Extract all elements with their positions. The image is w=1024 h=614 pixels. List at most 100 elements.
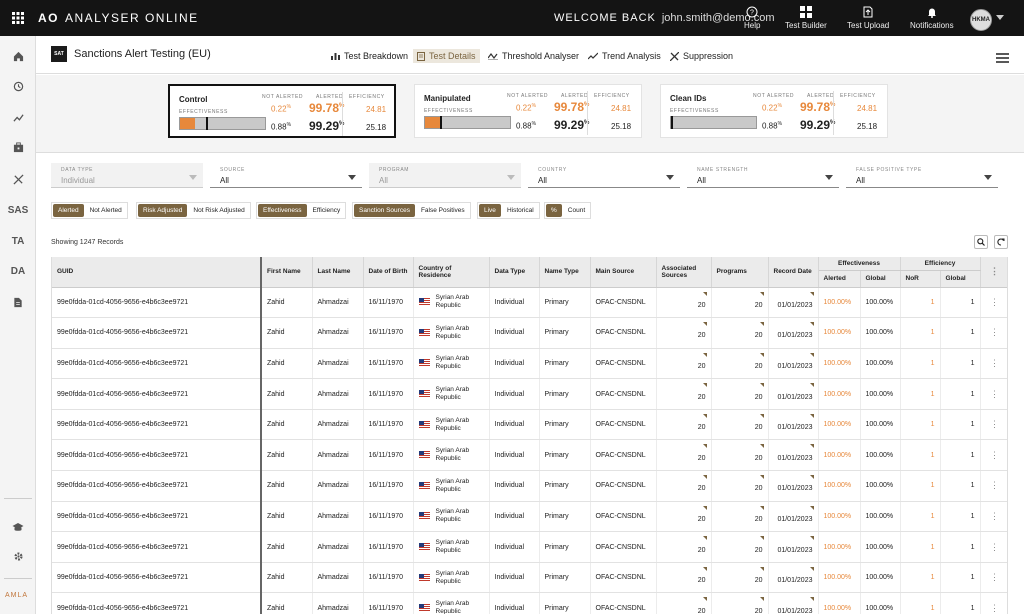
column-header[interactable]: Associated Sources: [656, 257, 712, 288]
toggle-live[interactable]: Live Historical: [477, 202, 540, 219]
record-date-cell[interactable]: 01/01/2023: [768, 562, 819, 594]
menu-icon[interactable]: [996, 50, 1009, 68]
row-menu-icon[interactable]: ⋮: [980, 439, 1007, 472]
test-builder-button[interactable]: Test Builder: [785, 6, 827, 30]
document-icon[interactable]: [0, 292, 36, 312]
associated-sources-cell[interactable]: 20: [656, 409, 712, 441]
graduation-cap-icon[interactable]: [0, 517, 36, 537]
toggle-percent[interactable]: % Count: [544, 202, 592, 219]
gear-icon[interactable]: [0, 546, 36, 566]
toggle-option-on[interactable]: Live: [479, 204, 501, 217]
column-header[interactable]: Last Name: [312, 257, 364, 288]
row-menu-icon[interactable]: ⋮: [980, 317, 1007, 349]
toggle-option-off[interactable]: Historical: [502, 203, 539, 218]
toggle-option-off[interactable]: Not Alerted: [85, 203, 127, 218]
associated-sources-cell[interactable]: 20: [656, 470, 712, 502]
column-header[interactable]: Record Date: [768, 257, 819, 288]
home-icon[interactable]: [0, 46, 36, 66]
record-date-cell[interactable]: 01/01/2023: [768, 439, 819, 472]
tab-test-breakdown[interactable]: Test Breakdown: [331, 49, 408, 63]
record-date-cell[interactable]: 01/01/2023: [768, 531, 819, 563]
programs-cell[interactable]: 20: [711, 501, 769, 533]
associated-sources-cell[interactable]: 20: [656, 348, 712, 380]
column-header[interactable]: GUID: [52, 257, 262, 288]
filter-false-positive-type[interactable]: FALSE POSITIVE TYPE All: [846, 163, 998, 188]
programs-cell[interactable]: 20: [711, 531, 769, 563]
associated-sources-cell[interactable]: 20: [656, 562, 712, 594]
refresh-button[interactable]: [994, 235, 1008, 249]
column-header[interactable]: Country of Residence: [413, 257, 490, 288]
toggle-sanction-sources[interactable]: Sanction Sources False Positives: [352, 202, 471, 219]
app-grid-icon[interactable]: [0, 0, 36, 36]
programs-cell[interactable]: 20: [711, 317, 769, 349]
toggle-risk-adjusted[interactable]: Risk Adjusted Not Risk Adjusted: [136, 202, 251, 219]
programs-cell[interactable]: 20: [711, 592, 769, 614]
toggle-option-on[interactable]: Effectiveness: [258, 204, 307, 217]
toggle-option-off[interactable]: Efficiency: [308, 203, 346, 218]
toggle-option-off[interactable]: False Positives: [416, 203, 470, 218]
associated-sources-cell[interactable]: 20: [656, 287, 712, 319]
test-upload-button[interactable]: Test Upload: [847, 6, 889, 30]
programs-cell[interactable]: 20: [711, 378, 769, 410]
programs-cell[interactable]: 20: [711, 562, 769, 594]
column-header[interactable]: Alerted: [818, 270, 861, 288]
column-header[interactable]: Global: [860, 270, 901, 288]
column-header[interactable]: Programs: [711, 257, 769, 288]
table-row[interactable]: 99e0fdda-01cd-4056-9656-e4b6c3ee9721 Zahi…: [52, 592, 1007, 614]
record-date-cell[interactable]: 01/01/2023: [768, 378, 819, 410]
column-header[interactable]: Name Type: [539, 257, 591, 288]
tab-threshold-analyser[interactable]: Threshold Analyser: [488, 49, 579, 63]
summary-card-control[interactable]: Control EFFECTIVENESS NOT ALERTED 0.22% 0.88…: [168, 84, 396, 138]
briefcase-icon[interactable]: [0, 137, 36, 157]
chevron-down-icon[interactable]: [996, 15, 1004, 20]
table-row[interactable]: 99e0fdda-01cd-4056-9656-e4b6c3ee9721 Zahi…: [52, 531, 1007, 563]
summary-card-manipulated[interactable]: Manipulated EFFECTIVENESS NOT ALERTED 0.22%…: [414, 84, 642, 138]
notifications-button[interactable]: Notifications: [910, 6, 954, 30]
associated-sources-cell[interactable]: 20: [656, 378, 712, 410]
column-header[interactable]: Date of Birth: [363, 257, 414, 288]
help-button[interactable]: ? Help: [744, 6, 760, 30]
table-row[interactable]: 99e0fdda-01cd-4056-9656-e4b6c3ee9721 Zahi…: [52, 348, 1007, 380]
programs-cell[interactable]: 20: [711, 348, 769, 380]
suppression-icon[interactable]: [0, 169, 36, 189]
record-date-cell[interactable]: 01/01/2023: [768, 287, 819, 319]
table-row[interactable]: 99e0fdda-01cd-4056-9656-e4b6c3ee9721 Zahi…: [52, 409, 1007, 441]
column-header[interactable]: NoR: [900, 270, 941, 288]
search-button[interactable]: [974, 235, 988, 249]
table-row[interactable]: 99e0fdda-01cd-4056-9656-e4b6c3ee9721 Zahi…: [52, 439, 1007, 472]
programs-cell[interactable]: 20: [711, 470, 769, 502]
avatar[interactable]: HKMA: [970, 9, 992, 31]
row-menu-icon[interactable]: ⋮: [980, 592, 1007, 614]
row-menu-icon[interactable]: ⋮: [980, 378, 1007, 410]
associated-sources-cell[interactable]: 20: [656, 592, 712, 614]
associated-sources-cell[interactable]: 20: [656, 317, 712, 349]
programs-cell[interactable]: 20: [711, 409, 769, 441]
row-menu-icon[interactable]: ⋮: [980, 409, 1007, 441]
row-menu-icon[interactable]: ⋮: [980, 562, 1007, 594]
table-row[interactable]: 99e0fdda-01cd-4056-9656-e4b6c3ee9721 Zahi…: [52, 378, 1007, 410]
associated-sources-cell[interactable]: 20: [656, 501, 712, 533]
toggle-option-on[interactable]: Alerted: [53, 204, 84, 217]
table-row[interactable]: 99e0fdda-01cd-4056-9656-e4b6c3ee9721 Zahi…: [52, 501, 1007, 533]
associated-sources-cell[interactable]: 20: [656, 531, 712, 563]
programs-cell[interactable]: 20: [711, 439, 769, 472]
row-menu-icon[interactable]: ⋮: [980, 287, 1007, 319]
sidebar-item-ta[interactable]: TA: [0, 231, 36, 251]
record-date-cell[interactable]: 01/01/2023: [768, 470, 819, 502]
programs-cell[interactable]: 20: [711, 287, 769, 319]
sidebar-item-sas[interactable]: SAS: [0, 200, 36, 220]
trend-icon[interactable]: [0, 107, 36, 127]
column-menu-icon[interactable]: ⋮: [980, 257, 1007, 288]
toggle-option-on[interactable]: Risk Adjusted: [138, 204, 188, 217]
toggle-alerted[interactable]: Alerted Not Alerted: [51, 202, 128, 219]
toggle-option-off[interactable]: Not Risk Adjusted: [188, 203, 249, 218]
toggle-option-on[interactable]: %: [546, 204, 562, 217]
row-menu-icon[interactable]: ⋮: [980, 348, 1007, 380]
filter-country[interactable]: COUNTRY All: [528, 163, 680, 188]
record-date-cell[interactable]: 01/01/2023: [768, 409, 819, 441]
column-header[interactable]: Global: [940, 270, 981, 288]
summary-card-clean-ids[interactable]: Clean IDs EFFECTIVENESS NOT ALERTED 0.22% 0.…: [660, 84, 888, 138]
tab-test-details[interactable]: Test Details: [413, 49, 480, 63]
toggle-effectiveness[interactable]: Effectiveness Efficiency: [256, 202, 347, 219]
record-date-cell[interactable]: 01/01/2023: [768, 501, 819, 533]
